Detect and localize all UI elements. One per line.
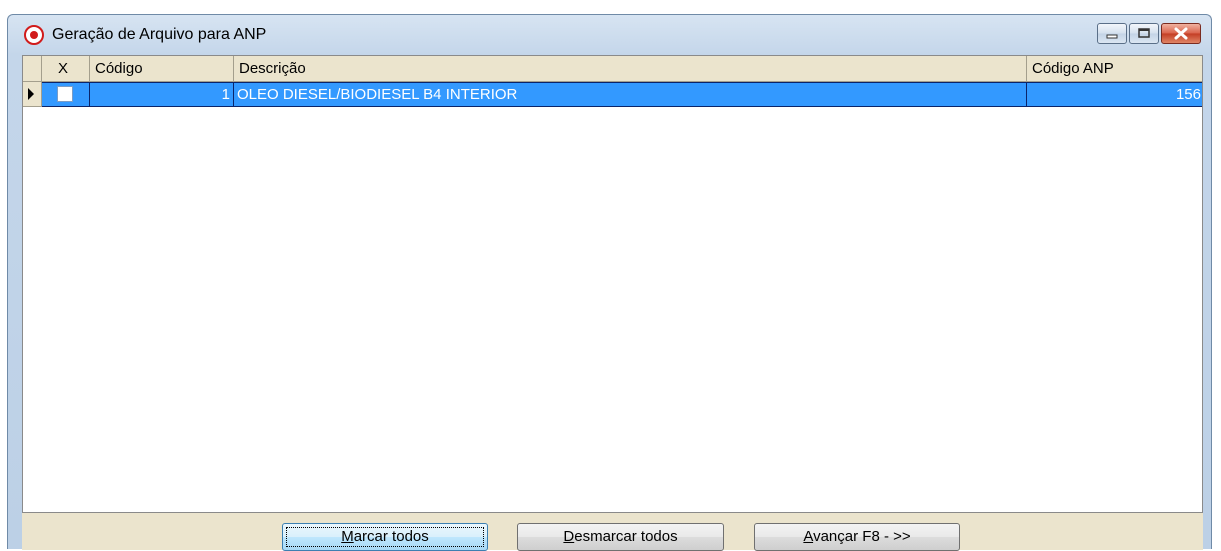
avancar-button[interactable]: Avançar F8 - >> — [754, 523, 960, 551]
row-checkbox[interactable] — [57, 86, 73, 102]
header-check[interactable]: X — [42, 56, 90, 81]
button-bar: Marcar todos Desmarcar todos Avançar F8 … — [22, 513, 1203, 551]
row-check-cell[interactable] — [42, 82, 90, 107]
header-indicator-cell — [23, 56, 42, 81]
maximize-button[interactable] — [1129, 23, 1159, 44]
desmarcar-rest: esmarcar todos — [574, 528, 678, 545]
avancar-rest: vançar F8 - >> — [813, 528, 911, 545]
avancar-label: Avançar F8 - >> — [803, 528, 910, 545]
minimize-icon — [1106, 34, 1118, 39]
avancar-accel: A — [803, 528, 814, 545]
minimize-button[interactable] — [1097, 23, 1127, 44]
grid-header: X Código Descrição Código ANP — [23, 56, 1202, 82]
header-codigo[interactable]: Código — [90, 56, 234, 81]
table-row[interactable]: 1 OLEO DIESEL/BIODIESEL B4 INTERIOR 156 — [23, 82, 1202, 107]
main-window: Geração de Arquivo para ANP X Código Des… — [7, 14, 1212, 551]
marcar-rest: arcar todos — [353, 528, 429, 545]
products-grid[interactable]: X Código Descrição Código ANP 1 OLEO DIE… — [22, 55, 1203, 513]
record-target-icon — [24, 25, 44, 45]
header-descricao[interactable]: Descrição — [234, 56, 1027, 81]
desmarcar-todos-button[interactable]: Desmarcar todos — [517, 523, 724, 551]
close-button[interactable] — [1161, 23, 1201, 44]
caption-buttons — [1097, 23, 1201, 45]
marcar-todos-button[interactable]: Marcar todos — [282, 523, 488, 551]
row-descricao[interactable]: OLEO DIESEL/BIODIESEL B4 INTERIOR — [234, 82, 1027, 107]
desmarcar-todos-label: Desmarcar todos — [563, 528, 677, 545]
title-bar[interactable]: Geração de Arquivo para ANP — [8, 15, 1211, 55]
row-pointer-icon — [28, 88, 34, 100]
row-indicator-cell[interactable] — [23, 82, 42, 107]
row-codigo-anp[interactable]: 156 — [1027, 82, 1202, 107]
window-title: Geração de Arquivo para ANP — [52, 26, 267, 43]
marcar-todos-label: Marcar todos — [341, 528, 429, 545]
header-codigo-anp[interactable]: Código ANP — [1027, 56, 1202, 81]
close-icon — [1174, 27, 1188, 40]
desmarcar-accel: D — [563, 528, 575, 545]
marcar-accel: M — [341, 528, 354, 545]
maximize-icon — [1138, 28, 1150, 38]
row-codigo[interactable]: 1 — [90, 82, 234, 107]
